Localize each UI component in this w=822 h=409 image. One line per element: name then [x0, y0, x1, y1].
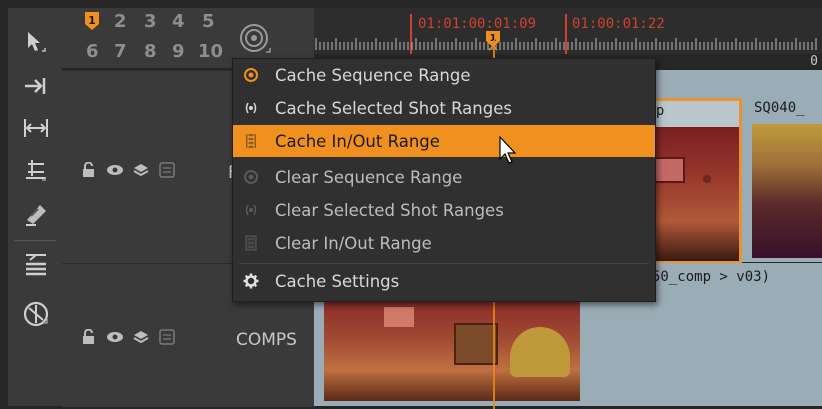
menu-item-cache-sequence-range[interactable]: Cache Sequence Range [233, 59, 655, 91]
menu-item-label: Clear In/Out Range [275, 233, 432, 253]
menu-item-label: Cache Settings [275, 271, 400, 291]
lock-icon[interactable] [80, 162, 98, 178]
track-number-5[interactable]: 5 [202, 11, 215, 32]
next-clip-label: SQ040_ [754, 100, 805, 116]
target-icon [241, 65, 261, 85]
disk-icon[interactable] [158, 328, 176, 346]
lock-icon[interactable] [80, 329, 98, 345]
select-arrow-icon[interactable] [16, 26, 56, 58]
track-number-9[interactable]: 9 [172, 41, 185, 62]
menu-separator [239, 263, 649, 264]
comps-track-name[interactable]: COMPS [236, 330, 297, 350]
target-icon [241, 167, 261, 187]
menu-item-label: Clear Selected Shot Ranges [275, 200, 504, 220]
track-number-3[interactable]: 3 [144, 11, 157, 32]
layers-icon[interactable] [132, 162, 150, 178]
next-clip[interactable]: SQ040_ [752, 98, 822, 258]
menu-item-label: Cache Sequence Range [275, 65, 471, 85]
menu-item-clear-in-out-range[interactable]: Clear In/Out Range [233, 227, 655, 259]
menu-item-label: Cache In/Out Range [275, 131, 440, 151]
menu-item-label: Cache Selected Shot Ranges [275, 98, 512, 118]
ripple-trim-icon[interactable] [16, 112, 56, 144]
move-to-edge-icon[interactable] [16, 70, 56, 102]
svg-text:1: 1 [88, 14, 96, 27]
layers-icon[interactable] [132, 329, 150, 345]
cache-dropdown-button[interactable] [236, 20, 278, 60]
track-1-marker[interactable]: 1 [84, 11, 99, 30]
ruler-zero-label: 0 [810, 54, 818, 69]
track-number-7[interactable]: 7 [114, 41, 127, 62]
slip-tool-icon[interactable] [16, 154, 56, 186]
dot-brackets-icon [241, 98, 261, 118]
comps-clip-thumbnail[interactable] [324, 297, 580, 401]
eye-icon[interactable] [106, 329, 124, 345]
track-number-10[interactable]: 10 [198, 41, 223, 62]
disk-icon[interactable] [158, 161, 176, 179]
eye-icon[interactable] [106, 162, 124, 178]
film-bracket-icon [241, 233, 261, 253]
render-cache-icon[interactable] [16, 298, 56, 330]
menu-item-clear-selected-shot-ranges[interactable]: Clear Selected Shot Ranges [233, 194, 655, 226]
ruler-ticks: /* placeholder */ [315, 38, 817, 50]
menu-item-label: Clear Sequence Range [275, 167, 463, 187]
cache-menu: Cache Sequence Range Cache Selected Shot… [232, 58, 656, 302]
timecode-in: 01:01:00:01:09 [418, 16, 537, 32]
track-number-4[interactable]: 4 [172, 11, 185, 32]
film-bracket-icon [241, 131, 261, 151]
menu-item-cache-settings[interactable]: Cache Settings [233, 265, 655, 297]
track-controls [80, 161, 176, 179]
dot-brackets-icon [241, 200, 261, 220]
menu-item-cache-in-out-range[interactable]: Cache In/Out Range [233, 125, 655, 157]
track-number-6[interactable]: 6 [86, 41, 99, 62]
track-number-8[interactable]: 8 [144, 41, 157, 62]
track-controls-2 [80, 328, 176, 346]
timeline-window: 1 2 3 4 5 6 7 8 9 10 01:01:00:01:09 01:0… [0, 0, 822, 409]
menu-item-cache-selected-shot-ranges[interactable]: Cache Selected Shot Ranges [233, 92, 655, 124]
tool-palette [8, 8, 63, 406]
comps-clip-label: 50_comp > v03) [652, 269, 771, 285]
mouse-cursor-icon [498, 135, 518, 165]
gear-icon [241, 271, 261, 291]
multi-track-icon[interactable] [16, 248, 56, 280]
next-clip-thumbnail [752, 124, 822, 258]
menu-item-clear-sequence-range[interactable]: Clear Sequence Range [233, 161, 655, 193]
razor-icon[interactable] [16, 198, 56, 230]
track-number-2[interactable]: 2 [114, 11, 127, 32]
timecode-out: 01:00:01:22 [572, 16, 665, 32]
